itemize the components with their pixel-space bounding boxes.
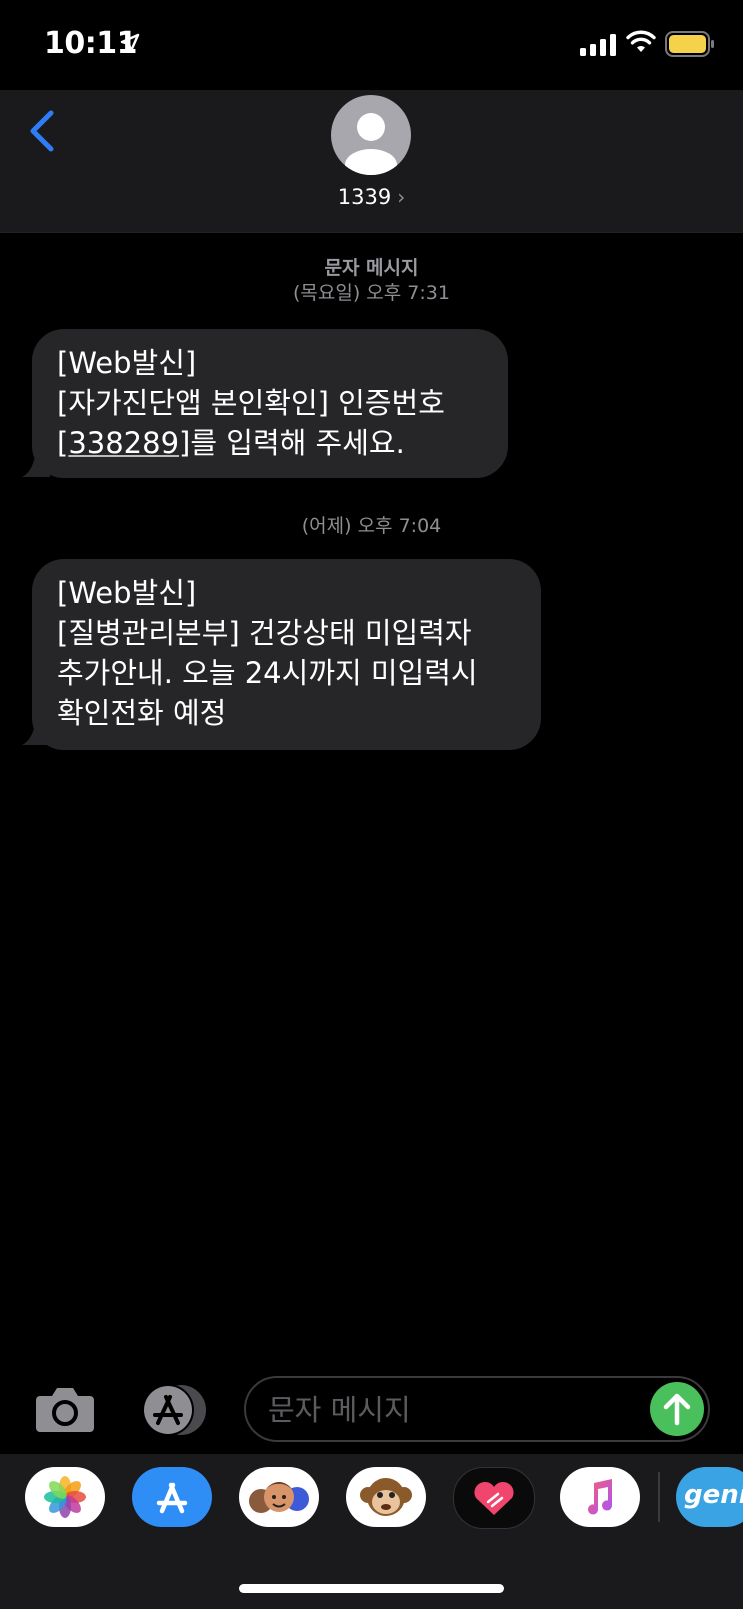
message-line-tail: 를 입력해 주세요. (190, 426, 405, 460)
message-bubble[interactable]: [Web발신] [질병관리본부] 건강상태 미입력자 추가안내. 오늘 24시까… (32, 559, 541, 750)
app-store-apps-icon[interactable] (138, 1383, 210, 1437)
message-line: [자가진단앱 본인확인] 인증번호 (57, 386, 445, 420)
message-input[interactable] (266, 1384, 630, 1436)
thread-type-label: 문자 메시지 (324, 257, 419, 279)
timestamp: (목요일) 오후 7:31 (293, 282, 450, 304)
music-icon[interactable] (560, 1467, 640, 1527)
home-indicator (239, 1584, 504, 1593)
message-line: [질병관리본부] 건강상태 미입력자 (57, 616, 472, 650)
photos-icon[interactable] (25, 1467, 105, 1527)
app-store-icon[interactable] (132, 1467, 212, 1527)
digital-touch-icon[interactable] (453, 1467, 535, 1529)
message-bubble[interactable]: [Web발신] [자가진단앱 본인확인] 인증번호 [338289]를 입력해 … (32, 329, 508, 478)
imessage-app-drawer: genie (0, 1454, 743, 1609)
animoji-icon[interactable] (346, 1467, 426, 1527)
location-arrow-icon (120, 33, 140, 53)
genie-icon[interactable]: genie (676, 1467, 743, 1527)
message-line: [Web발신] (57, 346, 197, 380)
chevron-right-icon: › (397, 185, 406, 209)
dock-separator (658, 1472, 660, 1522)
verification-code-link[interactable]: 338289 (68, 426, 179, 460)
back-chevron-icon[interactable] (24, 108, 60, 154)
cellular-signal-icon (580, 34, 616, 56)
contact-name: 1339 (337, 185, 392, 209)
message-line: 추가안내. 오늘 24시까지 미입력시 (57, 656, 478, 690)
conversation-header: 1339 › (0, 90, 743, 233)
genie-label: genie (684, 1480, 743, 1510)
memoji-icon[interactable] (239, 1467, 319, 1527)
contact-name-button[interactable]: 1339 › (0, 185, 743, 209)
message-line: 확인전화 예정 (57, 696, 227, 730)
arrow-up-icon (663, 1393, 691, 1426)
battery-icon (665, 31, 714, 57)
message-composer (0, 1370, 743, 1450)
person-icon (345, 113, 397, 175)
timestamp: (어제) 오후 7:04 (301, 515, 442, 537)
thread-meta-2: (어제) 오후 7:04 (0, 514, 743, 539)
send-button[interactable] (650, 1382, 704, 1436)
message-line: [Web발신] (57, 576, 197, 610)
camera-icon[interactable] (34, 1384, 96, 1434)
thread-meta-1: 문자 메시지 (목요일) 오후 7:31 (0, 256, 743, 306)
status-bar: 10:11 (0, 0, 743, 90)
contact-avatar[interactable] (331, 95, 411, 175)
message-input-field[interactable] (244, 1376, 710, 1442)
wifi-icon (626, 30, 656, 52)
